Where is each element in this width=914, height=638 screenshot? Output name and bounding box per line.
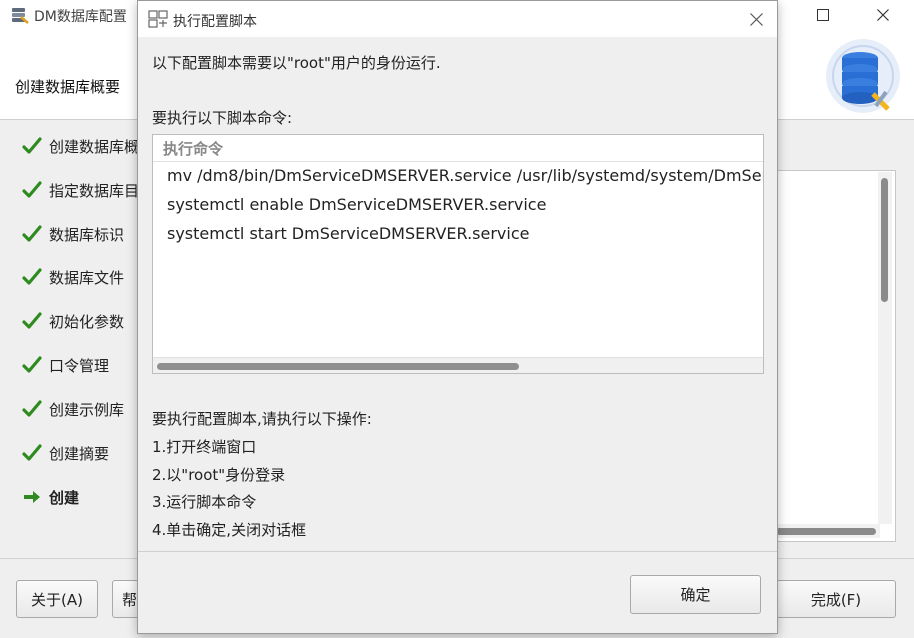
ok-button[interactable]: 确定 (630, 575, 761, 614)
step-label: 创建摘要 (49, 444, 110, 463)
background-vertical-scroll-thumb[interactable] (881, 178, 888, 302)
checkmark-icon (22, 444, 42, 461)
about-button[interactable]: 关于(A) (16, 580, 98, 618)
step-label: 创建 (49, 488, 80, 507)
maximize-icon (817, 9, 829, 21)
step-item-sample-db: 创建示例库 (22, 397, 124, 421)
step-label: 数据库标识 (49, 225, 125, 244)
step-label: 数据库文件 (49, 268, 125, 287)
step-item-init-params: 初始化参数 (22, 309, 124, 333)
step-label: 初始化参数 (49, 312, 125, 331)
dialog-close-button[interactable] (744, 9, 768, 29)
background-horizontal-scroll-thumb[interactable] (776, 528, 876, 535)
step-item-password: 口令管理 (22, 353, 109, 377)
dialog-intro-text: 以下配置脚本需要以"root"用户的身份运行. (152, 54, 441, 72)
close-icon (749, 12, 763, 26)
checkmark-icon (22, 181, 42, 198)
step-item-create: 创建 (22, 485, 79, 509)
close-icon (877, 9, 889, 21)
checkmark-icon (22, 312, 42, 329)
maximize-button[interactable] (800, 0, 846, 30)
wizard-section-title: 创建数据库概要 (15, 78, 121, 96)
command-row[interactable]: mv /dm8/bin/DmServiceDMSERVER.service /u… (167, 166, 763, 185)
step-item-specify-directory: 指定数据库目 (22, 178, 139, 202)
instruction-step: 1.打开终端窗口 (152, 438, 257, 456)
step-label: 口令管理 (49, 356, 110, 375)
wizard-steps-list: 创建数据库概 指定数据库目 数据库标识 数据库文件 初始化参数 口令管理 创建示… (0, 121, 150, 559)
commands-horizontal-scrollbar[interactable] (153, 357, 763, 373)
instruction-step: 3.运行脚本命令 (152, 493, 257, 511)
command-row[interactable]: systemctl enable DmServiceDMSERVER.servi… (167, 195, 546, 214)
dialog-title: 执行配置脚本 (173, 14, 257, 30)
database-app-icon (12, 8, 29, 24)
main-window-title: DM数据库配置 (34, 9, 127, 25)
step-item-create-summary: 创建摘要 (22, 441, 109, 465)
step-label: 创建示例库 (49, 400, 125, 419)
dialog-footer-divider (138, 551, 777, 552)
commands-column-header[interactable]: 执行命令 (163, 138, 223, 159)
command-row[interactable]: systemctl start DmServiceDMSERVER.servic… (167, 224, 529, 243)
step-item-summary-overview: 创建数据库概 (22, 134, 139, 158)
database-config-logo-icon (826, 39, 900, 113)
checkmark-icon (22, 225, 42, 242)
dialog-titlebar: 执行配置脚本 (138, 1, 777, 37)
commands-label: 要执行以下脚本命令: (152, 109, 293, 127)
step-item-db-identity: 数据库标识 (22, 222, 124, 246)
finish-button[interactable]: 完成(F) (776, 580, 896, 618)
checkmark-icon (22, 137, 42, 154)
dialog-body: 以下配置脚本需要以"root"用户的身份运行. 要执行以下脚本命令: 执行命令 … (138, 37, 777, 551)
instructions-heading: 要执行配置脚本,请执行以下操作: (152, 410, 372, 428)
arrow-right-icon (24, 491, 40, 503)
checkmark-icon (22, 356, 42, 373)
main-close-button[interactable] (860, 0, 906, 30)
header-divider (153, 161, 763, 162)
commands-table[interactable]: 执行命令 mv /dm8/bin/DmServiceDMSERVER.servi… (152, 134, 764, 374)
step-item-db-files: 数据库文件 (22, 265, 124, 289)
checkmark-icon (22, 268, 42, 285)
step-label: 指定数据库目 (49, 181, 140, 200)
config-script-icon (148, 10, 168, 28)
checkmark-icon (22, 400, 42, 417)
commands-horizontal-scroll-thumb[interactable] (157, 363, 519, 370)
instruction-step: 2.以"root"身份登录 (152, 466, 286, 484)
instruction-step: 4.单击确定,关闭对话框 (152, 521, 307, 539)
execute-script-dialog: 执行配置脚本 以下配置脚本需要以"root"用户的身份运行. 要执行以下脚本命令… (137, 0, 778, 634)
step-label: 创建数据库概 (49, 137, 140, 156)
